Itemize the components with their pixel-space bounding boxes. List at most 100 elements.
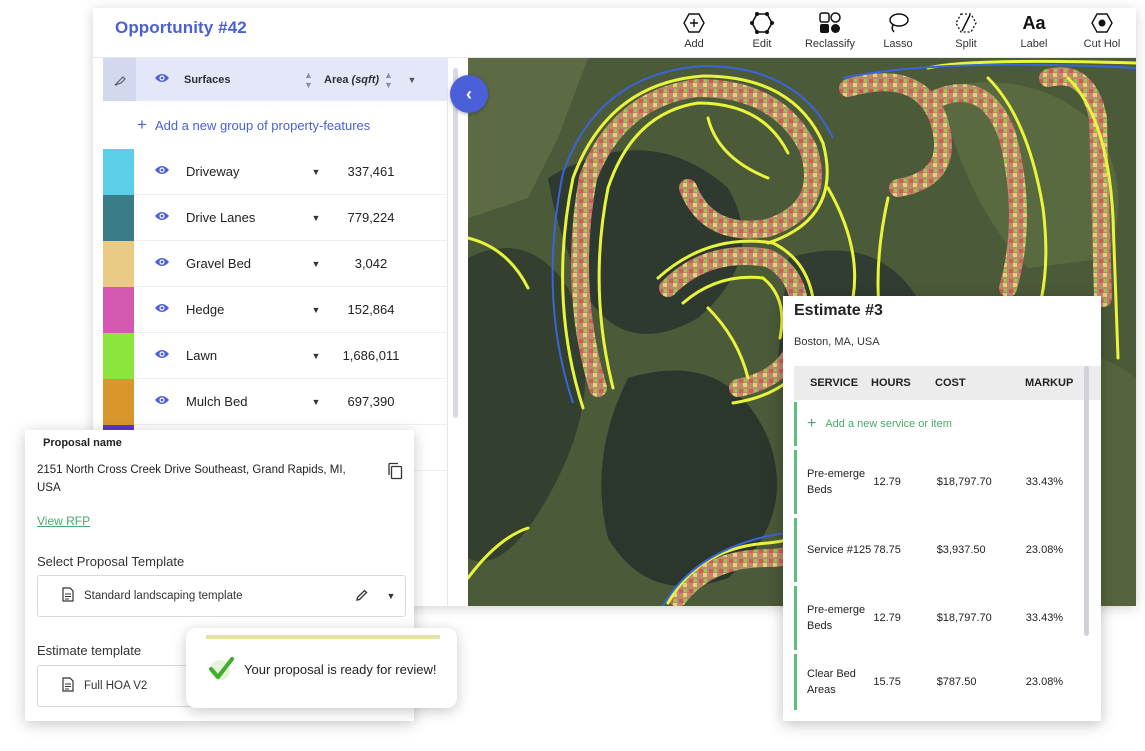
eye-icon[interactable] [154, 302, 176, 317]
surfaces-column-header[interactable]: Surfaces [184, 74, 304, 86]
map-toolbar: Add Edit Reclassify Lasso Split Aa Label… [660, 8, 1136, 58]
markup-column-header: MARKUP [1025, 377, 1074, 389]
eye-icon[interactable] [154, 210, 176, 225]
label-icon: Aa [1022, 12, 1046, 33]
tool-cut-hole-button[interactable]: Cut Hol [1068, 8, 1136, 58]
feature-row[interactable]: Gravel Bed ▼ 3,042 [103, 240, 448, 287]
tool-label: Lasso [883, 38, 913, 50]
color-swatch[interactable] [103, 148, 134, 195]
feature-name: Gravel Bed [186, 256, 252, 271]
caret-down-icon[interactable]: ▼ [306, 397, 326, 407]
feature-row[interactable]: Mulch Bed ▼ 697,390 [103, 378, 448, 425]
service-name: Pre-emerge Beds [807, 604, 866, 632]
color-swatch[interactable] [103, 378, 134, 425]
tool-lasso-button[interactable]: Lasso [864, 8, 932, 58]
service-name: Clear Bed Areas [807, 668, 856, 696]
copy-icon[interactable] [387, 462, 403, 480]
color-swatch[interactable] [103, 332, 134, 379]
chevron-down-icon[interactable]: ▼ [377, 591, 405, 601]
table-row[interactable]: Clear Bed Areas 15.75 $787.50 23.08% [794, 654, 1101, 710]
feature-row[interactable]: Drive Lanes ▼ 779,224 [103, 194, 448, 241]
eye-icon[interactable] [154, 394, 176, 409]
feature-area: 1,686,011 [342, 348, 400, 363]
area-column-label: Area [324, 73, 349, 86]
panel-scrollbar[interactable] [453, 68, 458, 418]
caret-down-icon[interactable]: ▼ [306, 305, 326, 315]
eye-icon[interactable] [154, 348, 176, 363]
feature-name: Mulch Bed [186, 394, 248, 409]
color-swatch[interactable] [103, 286, 134, 333]
estimate-scrollbar[interactable] [1084, 366, 1089, 636]
tool-label: Cut Hol [1083, 38, 1121, 50]
service-column-header: SERVICE [810, 377, 859, 389]
caret-down-icon[interactable]: ▼ [306, 351, 326, 361]
service-cost: $18,797.70 [936, 476, 992, 488]
collapse-panel-button[interactable]: ‹ [450, 75, 488, 113]
add-group-label: Add a new group of property-features [154, 117, 371, 133]
eye-icon[interactable] [154, 164, 176, 179]
hours-column-header: HOURS [871, 377, 911, 389]
estimate-template-value: Full HOA V2 [84, 680, 148, 692]
service-name: Service #125 [807, 544, 872, 556]
service-cost: $18,797.70 [936, 612, 992, 624]
eye-icon[interactable] [154, 256, 176, 271]
tool-label: Edit [752, 38, 772, 50]
tool-label: Reclassify [804, 38, 856, 50]
tool-split-button[interactable]: Split [932, 8, 1000, 58]
view-rfp-link[interactable]: View RFP [37, 514, 90, 528]
table-row[interactable]: Pre-emerge Beds 12.79 $18,797.70 33.43% [794, 586, 1101, 650]
feature-area: 697,390 [347, 394, 395, 409]
proposal-address: 2151 North Cross Creek Drive Southeast, … [37, 464, 346, 494]
caret-down-icon[interactable]: ▼ [306, 167, 326, 177]
service-markup: 23.08% [1025, 676, 1064, 688]
service-markup: 33.43% [1025, 612, 1064, 624]
color-swatch[interactable] [103, 240, 134, 287]
table-row[interactable]: Pre-emerge Beds 12.79 $18,797.70 33.43% [794, 450, 1101, 514]
feature-row[interactable]: Hedge ▼ 152,864 [103, 286, 448, 333]
proposal-template-value: Standard landscaping template [84, 590, 243, 602]
reclassify-icon [818, 11, 842, 35]
add-service-label: Add a new service or item [825, 418, 952, 430]
estimate-table: SERVICE HOURS COST MARKUP + Add a new se… [794, 366, 1101, 710]
sort-icon[interactable]: ▲ ▼ [304, 70, 324, 90]
feature-name: Drive Lanes [186, 210, 256, 225]
chevron-down-icon[interactable]: ▼ [402, 75, 422, 85]
add-feature-group-button[interactable]: + Add a new group of property-features [103, 101, 448, 149]
add-icon [682, 11, 706, 35]
caret-down-icon[interactable]: ▼ [306, 213, 326, 223]
table-row[interactable]: Service #125 78.75 $3,937.50 23.08% [794, 518, 1101, 582]
feature-row[interactable]: Driveway ▼ 337,461 [103, 148, 448, 195]
document-icon [62, 677, 76, 695]
tool-label: Split [955, 38, 977, 50]
app-stage: Opportunity #42 Add Edit Reclassify Lass… [0, 0, 1145, 751]
tool-edit-button[interactable]: Edit [728, 8, 796, 58]
tool-label: Label [1020, 38, 1048, 50]
tool-label-button[interactable]: Aa Label [1000, 8, 1068, 58]
service-cost: $3,937.50 [936, 544, 986, 556]
feature-row[interactable]: Lawn ▼ 1,686,011 [103, 332, 448, 379]
tool-reclassify-button[interactable]: Reclassify [796, 8, 864, 58]
service-hours: 12.79 [873, 612, 901, 624]
feature-area: 3,042 [354, 256, 388, 271]
estimate-title: Estimate #3 [794, 302, 883, 319]
pencil-icon[interactable] [355, 588, 377, 605]
paint-brush-icon[interactable] [103, 58, 136, 101]
service-cost: $787.50 [936, 676, 977, 688]
success-toast: Your proposal is ready for review! [186, 628, 457, 708]
caret-down-icon[interactable]: ▼ [306, 259, 326, 269]
eye-icon[interactable] [154, 72, 176, 87]
service-hours: 15.75 [873, 676, 901, 688]
feature-name: Hedge [186, 302, 225, 317]
service-hours: 12.79 [873, 476, 901, 488]
proposal-template-select[interactable]: Standard landscaping template ▼ [37, 575, 406, 617]
estimate-template-label: Estimate template [37, 643, 142, 658]
page-title: Opportunity #42 [115, 18, 247, 37]
color-swatch[interactable] [103, 194, 134, 241]
top-bar: Opportunity #42 Add Edit Reclassify Lass… [93, 8, 1136, 58]
area-column-header[interactable]: Area (sqft) [324, 74, 384, 86]
tool-add-button[interactable]: Add [660, 8, 728, 58]
estimate-location: Boston, MA, USA [794, 336, 880, 348]
add-service-button[interactable]: + Add a new service or item [794, 402, 1101, 446]
sort-icon[interactable]: ▲ ▼ [384, 70, 402, 90]
feature-area: 337,461 [347, 164, 395, 179]
